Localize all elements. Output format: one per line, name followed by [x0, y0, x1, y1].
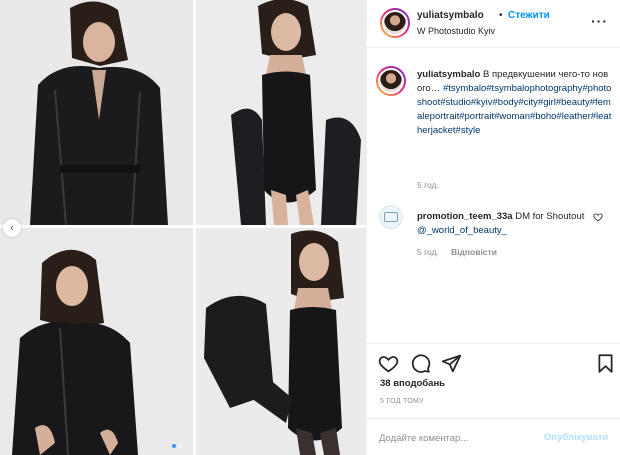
avatar-placeholder-icon: [384, 212, 398, 222]
photo-woman-leather-shirt-laughing: [0, 228, 193, 455]
add-comment-form: Опублікувати: [367, 418, 620, 455]
photo-woman-black-bodysuit-jacket: [196, 0, 366, 225]
comment-mention-link[interactable]: @_world_of_beauty_: [417, 225, 507, 236]
post-caption: yuliatsymbalo В предвкушении чего-то нов…: [417, 68, 612, 138]
follow-button[interactable]: Стежити: [508, 10, 550, 21]
paper-plane-icon[interactable]: [441, 353, 462, 374]
caption-author-avatar[interactable]: [376, 66, 406, 96]
comment-input[interactable]: [379, 431, 539, 445]
post-header: yuliatsymbalo • Стежити W Photostudio Ky…: [367, 0, 620, 48]
chevron-left-icon: ‹: [10, 221, 14, 234]
post-details-panel: yuliatsymbalo • Стежити W Photostudio Ky…: [366, 0, 620, 455]
comment-text: DM for Shoutout: [515, 211, 585, 222]
comment-timestamp: 5 год.: [417, 247, 439, 257]
publish-button[interactable]: Опублікувати: [544, 432, 608, 443]
reply-button[interactable]: Відповісти: [451, 247, 497, 257]
post-actions-bar: [367, 343, 620, 383]
location-link[interactable]: W Photostudio Kyiv: [417, 26, 495, 36]
post-image-carousel[interactable]: ‹: [0, 0, 366, 455]
comment-bubble-icon[interactable]: [410, 353, 431, 374]
commenter-avatar[interactable]: [379, 205, 403, 229]
commenter-username-link[interactable]: promotion_teem_33a: [417, 211, 513, 222]
photo-woman-leather-shirt-looking-down: [0, 0, 193, 225]
author-username-link[interactable]: yuliatsymbalo: [417, 10, 484, 21]
author-avatar[interactable]: [380, 8, 410, 38]
likes-count[interactable]: 38 вподобань: [380, 378, 445, 389]
bookmark-icon[interactable]: [595, 353, 616, 374]
comment-like-heart-icon[interactable]: [593, 212, 603, 222]
carousel-prev-button[interactable]: ‹: [3, 219, 21, 237]
caption-hashtags[interactable]: #tsymbalo#tsymbalophotography#photoshoot…: [417, 83, 611, 136]
caption-timestamp: 5 год.: [417, 180, 439, 190]
caption-username-link[interactable]: yuliatsymbalo: [417, 69, 480, 80]
more-options-icon[interactable]: ···: [591, 13, 608, 29]
photo-woman-bodysuit-taking-off-jacket: [196, 228, 366, 455]
carousel-dot: [179, 444, 183, 448]
carousel-dot-active: [172, 444, 176, 448]
header-separator: •: [499, 10, 503, 21]
comment-item: promotion_teem_33a DM for Shoutout @_wor…: [417, 210, 589, 238]
carousel-dots: [172, 444, 183, 448]
heart-outline-icon[interactable]: [378, 353, 399, 374]
post-timestamp[interactable]: 5 ГОД ТОМУ: [380, 398, 424, 405]
